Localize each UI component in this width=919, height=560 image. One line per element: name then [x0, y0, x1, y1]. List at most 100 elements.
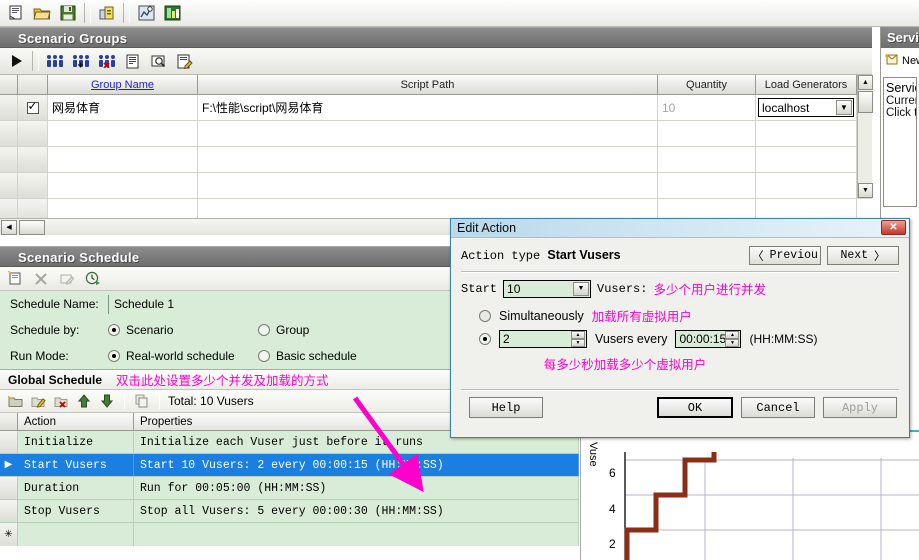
cell-empty[interactable] [756, 173, 857, 198]
checkbox-icon[interactable] [26, 99, 39, 114]
cell-empty[interactable] [658, 147, 756, 172]
new-action-icon[interactable] [6, 392, 24, 410]
save-scenario-icon[interactable] [56, 2, 80, 24]
group-details-icon[interactable] [120, 50, 145, 72]
grid-col-load-generators[interactable]: Load Generators [756, 75, 857, 94]
cell-empty[interactable] [48, 147, 198, 172]
view-script-icon[interactable] [146, 50, 171, 72]
action-row-start-vusers[interactable]: ▶ Start Vusers Start 10 Vusers: 2 every … [0, 454, 579, 477]
spinner-up-down-icon[interactable]: ▲ ▼ [571, 331, 585, 347]
hscroll-thumb[interactable] [19, 219, 45, 235]
move-up-icon[interactable] [75, 392, 93, 410]
radio-icon-basic[interactable] [258, 350, 270, 362]
grid-col-script-path[interactable]: Script Path [198, 75, 658, 94]
cell-script-path[interactable]: F:\性能\script\网易体育 [198, 95, 658, 120]
radio-icon-realworld[interactable] [108, 350, 120, 362]
cell-empty[interactable] [756, 147, 857, 172]
cell-load-generators[interactable]: localhost ▼ [756, 95, 857, 120]
cell-empty[interactable] [198, 121, 658, 146]
interval-spinner[interactable]: 00:00:15 ▲ ▼ [675, 330, 742, 348]
radio-run-mode-basic[interactable]: Basic schedule [258, 349, 357, 363]
delete-action-icon[interactable] [52, 392, 70, 410]
chevron-down-icon[interactable]: ▼ [573, 281, 590, 296]
previous-button[interactable]: 〈 Previou [749, 246, 821, 265]
new-scenario-icon[interactable] [4, 2, 28, 24]
action-name[interactable]: Stop Vusers [18, 500, 134, 522]
start-vusers-combobox[interactable]: 10 ▼ [503, 279, 592, 298]
batch-size-spinner[interactable]: 2 ▲ ▼ [499, 330, 587, 348]
radio-icon-batch[interactable] [479, 333, 491, 345]
row-enabled-checkbox[interactable] [18, 95, 48, 120]
action-row-duration[interactable]: Duration Run for 00:05:00 (HH:MM:SS) [0, 477, 579, 500]
cancel-button[interactable]: Cancel [741, 397, 815, 418]
dialog-title-bar[interactable]: Edit Action ✕ [451, 219, 909, 238]
edit-script-icon[interactable] [172, 50, 197, 72]
radio-icon-scenario[interactable] [108, 324, 120, 336]
help-button[interactable]: Help [469, 397, 543, 418]
table-row-empty-2[interactable] [0, 147, 872, 173]
radio-run-mode-realworld[interactable]: Real-world schedule [108, 349, 258, 363]
radio-schedule-by-group[interactable]: Group [258, 323, 309, 337]
new-schedule-icon[interactable] [6, 270, 24, 288]
time-format-hint: (HH:MM:SS) [749, 332, 818, 346]
table-row-empty-1[interactable] [0, 121, 872, 147]
action-properties[interactable]: Run for 00:05:00 (HH:MM:SS) [134, 477, 579, 499]
rename-schedule-icon[interactable] [58, 270, 76, 288]
groups-grid-vertical-scrollbar[interactable]: ▲ ▼ [857, 75, 873, 198]
cell-empty[interactable] [658, 173, 756, 198]
new-sla-icon[interactable] [885, 53, 899, 69]
scroll-left-button[interactable]: ◀ [1, 219, 17, 235]
chevron-down-icon[interactable]: ▼ [836, 100, 852, 115]
run-analysis-icon[interactable] [134, 2, 158, 24]
action-properties[interactable]: Start 10 Vusers: 2 every 00:00:15 (HH:MM… [134, 454, 579, 476]
cell-empty[interactable] [658, 121, 756, 146]
delete-schedule-icon[interactable] [32, 270, 50, 288]
close-icon[interactable]: ✕ [881, 220, 906, 235]
grid-col-group-name[interactable]: Group Name [48, 75, 198, 94]
action-row-new[interactable]: ✳ [0, 523, 579, 546]
cell-empty[interactable] [198, 173, 658, 198]
action-row-stop-vusers[interactable]: Stop Vusers Stop all Vusers: 5 every 00:… [0, 500, 579, 523]
radio-icon-simultaneously[interactable] [479, 309, 491, 322]
table-row-empty-3[interactable] [0, 173, 872, 199]
new-sla-label[interactable]: New [902, 55, 919, 67]
start-scenario-icon[interactable] [4, 50, 29, 72]
ramp-annotation: 每多少秒加载多少个虚拟用户 [543, 358, 707, 372]
edit-action-dialog[interactable]: Edit Action ✕ Action type Start Vusers 〈… [450, 218, 910, 438]
load-generator-combobox[interactable]: localhost ▼ [758, 98, 854, 117]
cell-quantity[interactable]: 10 [658, 95, 756, 120]
next-button[interactable]: Next 〉 [827, 246, 899, 265]
move-down-icon[interactable] [98, 392, 116, 410]
scroll-down-button[interactable]: ▼ [858, 183, 873, 198]
scroll-thumb[interactable] [858, 91, 873, 113]
action-properties[interactable]: Stop all Vusers: 5 every 00:00:30 (HH:MM… [134, 500, 579, 522]
open-scenario-icon[interactable] [30, 2, 54, 24]
simultaneously-label[interactable]: Simultaneously [499, 309, 584, 323]
action-name[interactable] [18, 523, 134, 546]
schedule-time-icon[interactable] [84, 270, 102, 288]
cell-group-name[interactable]: 网易体育 [48, 95, 198, 120]
action-name[interactable]: Duration [18, 477, 134, 499]
spinner-up-down-icon[interactable]: ▲ ▼ [725, 331, 740, 347]
grid-col-quantity[interactable]: Quantity [658, 75, 756, 94]
cell-empty[interactable] [756, 121, 857, 146]
design-view-icon[interactable] [160, 2, 184, 24]
cell-empty[interactable] [48, 173, 198, 198]
action-properties[interactable] [134, 523, 579, 546]
remove-group-icon[interactable] [94, 50, 119, 72]
edit-action-icon[interactable] [29, 392, 47, 410]
action-name[interactable]: Start Vusers [18, 454, 134, 476]
scroll-up-button[interactable]: ▲ [858, 75, 873, 90]
cell-empty[interactable] [48, 121, 198, 146]
ok-button[interactable]: OK [657, 397, 733, 418]
vusers-icon[interactable] [42, 50, 67, 72]
cell-empty[interactable] [198, 147, 658, 172]
radio-schedule-by-scenario[interactable]: Scenario [108, 323, 258, 337]
action-name[interactable]: Initialize [18, 431, 134, 453]
results-icon[interactable] [95, 2, 119, 24]
radio-icon-group[interactable] [258, 324, 270, 336]
add-group-icon[interactable] [68, 50, 93, 72]
table-row[interactable]: 网易体育 F:\性能\script\网易体育 10 localhost ▼ [0, 95, 872, 121]
copy-action-icon[interactable] [133, 392, 151, 410]
actions-col-action[interactable]: Action [18, 413, 134, 430]
